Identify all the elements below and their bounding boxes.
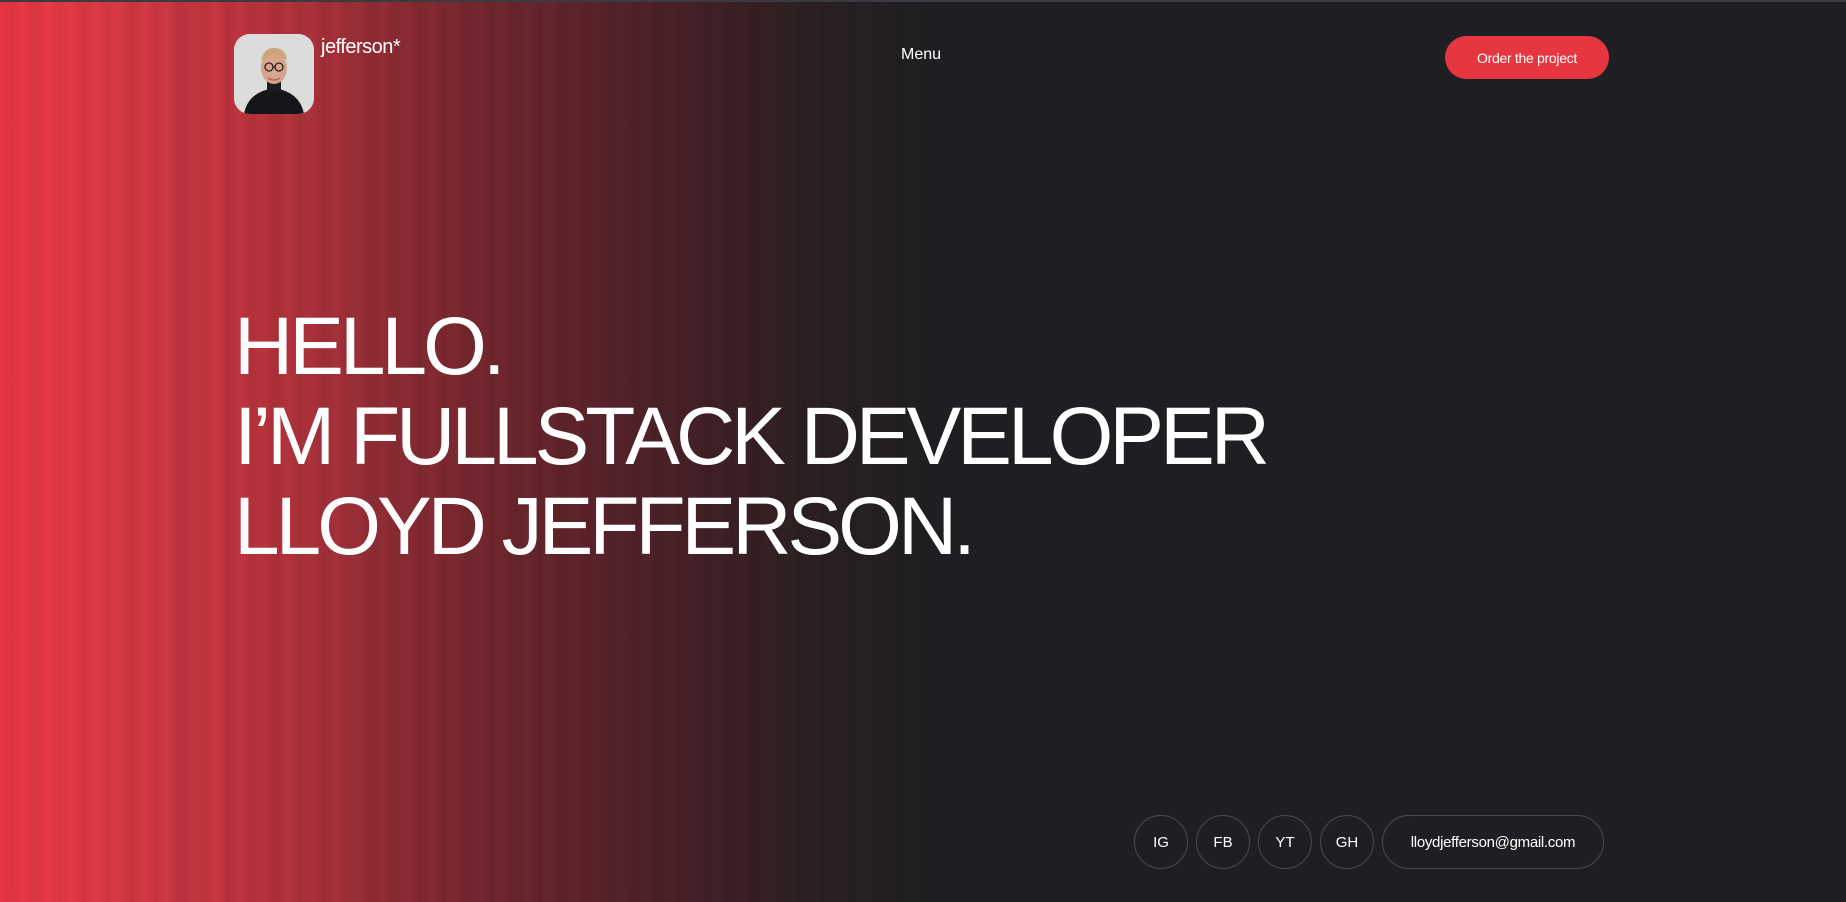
hero-line-3: LLOYD JEFFERSON. [234, 481, 976, 572]
avatar[interactable] [234, 34, 314, 114]
brand-name[interactable]: jefferson* [321, 36, 401, 59]
menu-link[interactable]: Menu [901, 46, 941, 64]
order-project-button[interactable]: Order the project [1445, 36, 1609, 79]
hero-line-1: HELLO. [234, 301, 506, 392]
facebook-link[interactable]: FB [1196, 815, 1250, 869]
hero-heading: HELLO. I’M FULLSTACK DEVELOPER LLOYD JEF… [234, 301, 1270, 572]
youtube-link[interactable]: YT [1258, 815, 1312, 869]
social-links: IG FB YT GH lloydjefferson@gmail.com [1134, 815, 1604, 869]
header: jefferson* Menu Order the project [0, 0, 1846, 120]
github-link[interactable]: GH [1320, 815, 1374, 869]
email-link[interactable]: lloydjefferson@gmail.com [1382, 815, 1604, 869]
avatar-photo [234, 34, 314, 114]
hero-line-2: I’M FULLSTACK DEVELOPER [234, 391, 1270, 482]
instagram-link[interactable]: IG [1134, 815, 1188, 869]
page: jefferson* Menu Order the project HELLO.… [0, 0, 1846, 902]
